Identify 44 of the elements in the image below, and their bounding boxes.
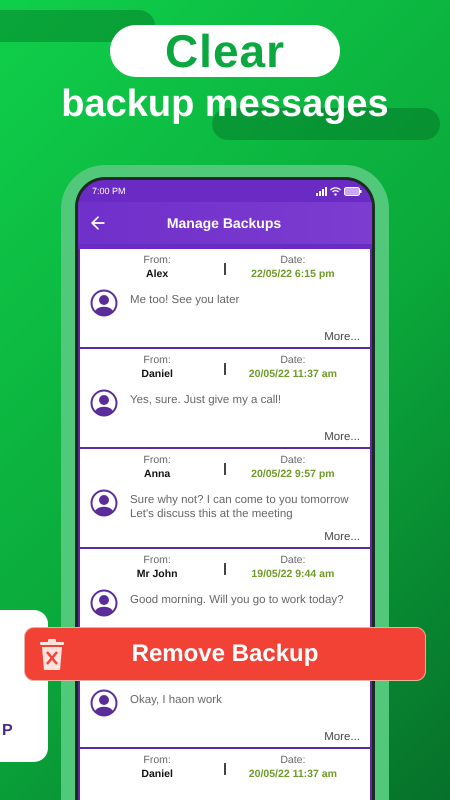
message-date: 22/05/22 6:15 pm [251, 267, 335, 281]
battery-icon [344, 186, 362, 196]
date-label: Date: [280, 354, 306, 367]
more-link[interactable]: More... [324, 531, 360, 543]
date-label: Date: [280, 454, 306, 467]
message-text: Good morning. Will you go to work today? [130, 593, 344, 607]
app-bar-title: Manage Backups [166, 215, 282, 231]
message-text: Okay, I haon work [130, 693, 222, 707]
date-label: Date: [280, 754, 306, 767]
sender-name: Daniel [141, 367, 173, 381]
sender-name: Daniel [141, 767, 173, 781]
message-text: Me too! See you later [130, 293, 240, 307]
from-label: From: [143, 754, 171, 767]
sender-name: Mr John [136, 567, 178, 581]
more-link[interactable]: More... [324, 731, 360, 743]
signal-icon [316, 186, 327, 196]
from-label: From: [143, 554, 171, 567]
avatar-icon [90, 389, 118, 417]
message-date: 19/05/22 9:44 am [251, 567, 334, 581]
message-text: Yes, sure. Just give my a call! [130, 393, 282, 407]
date-label: Date: [280, 254, 306, 267]
avatar-icon [90, 289, 118, 317]
avatar-icon [90, 489, 118, 517]
avatar-icon [90, 589, 118, 617]
sender-name: Alex [146, 267, 168, 281]
avatar-icon [90, 689, 118, 717]
wifi-icon [330, 186, 341, 196]
message-date: 20/05/22 11:37 am [248, 367, 337, 381]
side-card-text: P [2, 722, 13, 740]
sender-name: Anna [144, 467, 170, 481]
headline-highlight: Clear [110, 25, 340, 77]
from-label: From: [143, 454, 171, 467]
more-link[interactable]: More... [324, 331, 360, 343]
date-label: Date: [280, 554, 306, 567]
from-label: From: [143, 254, 171, 267]
message-date: 20/05/22 9:57 pm [251, 467, 335, 481]
headline-text: backup messages [61, 82, 389, 127]
message-text: Sure why not? I can come to you tomorrow Let's discuss this at the meeting [130, 493, 349, 521]
trash-icon [39, 639, 65, 671]
more-link[interactable]: More... [324, 431, 360, 443]
message-date: 20/05/22 11:37 am [248, 767, 337, 781]
remove-backup-button[interactable]: Remove Backup [24, 627, 426, 681]
from-label: From: [143, 354, 171, 367]
status-time: 7:00 PM [92, 186, 126, 196]
